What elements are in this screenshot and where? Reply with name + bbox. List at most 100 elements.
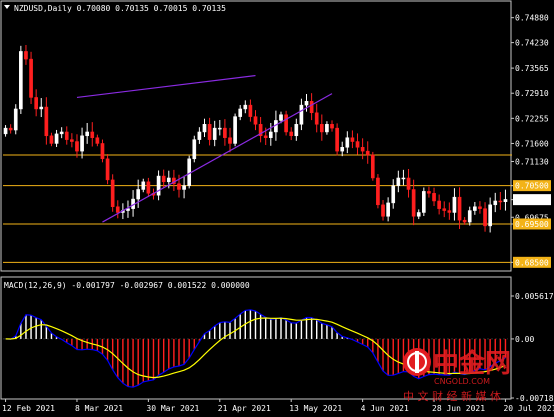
candle-body <box>350 137 355 142</box>
candle-body <box>90 131 95 138</box>
candle-body <box>24 51 28 60</box>
watermark-tagline: 中 文 财 经 新 媒 体 <box>403 389 501 403</box>
candle-body <box>325 124 329 133</box>
candle-body <box>75 141 79 152</box>
candle-body <box>248 104 253 117</box>
candle-body <box>360 147 365 152</box>
candle-body <box>493 200 498 206</box>
price-tick-label: 0.74880 <box>515 14 549 23</box>
candle[interactable] <box>192 135 197 163</box>
macd-tick-label: 0.005617 <box>515 292 554 301</box>
candle-body <box>263 135 268 138</box>
candle[interactable] <box>13 104 18 135</box>
candle-body <box>19 51 23 110</box>
candle-body <box>289 131 294 137</box>
chart-canvas: 0.74880 0.74230 0.73565 0.72910 0.72255 0.716… <box>0 0 554 417</box>
candle-body <box>396 177 401 186</box>
candle-body <box>110 179 115 207</box>
candle[interactable] <box>233 113 237 147</box>
candle-body <box>85 131 89 137</box>
candle-body <box>483 208 487 227</box>
candle-body <box>340 147 345 152</box>
date-tick-label: 21 Apr 2021 <box>218 404 271 413</box>
candle-body <box>202 124 207 133</box>
candle-body <box>136 189 141 200</box>
candle-body <box>335 127 339 152</box>
price-tick-label: 0.73565 <box>515 64 549 73</box>
candle[interactable] <box>335 123 339 156</box>
candle-body <box>416 212 421 217</box>
candle-body <box>319 124 324 133</box>
candle-body <box>447 210 452 213</box>
candle-body <box>299 104 304 125</box>
candle-body <box>223 127 227 138</box>
candle-body <box>146 181 151 194</box>
candle-body <box>422 191 426 213</box>
watermark-brand-en: CNGOLD.COM <box>434 377 490 386</box>
candle-body <box>473 206 477 211</box>
candle-body <box>279 114 283 121</box>
candle[interactable] <box>370 151 375 181</box>
candle-body <box>386 202 390 217</box>
level-price-label: 0.68500 <box>515 258 549 267</box>
candle-body <box>427 191 431 194</box>
candle-body <box>268 131 273 138</box>
candle-body <box>376 177 380 206</box>
candle-body <box>462 219 467 223</box>
candle-body <box>478 206 482 209</box>
candle-body <box>253 116 258 125</box>
candle-body <box>80 135 84 152</box>
date-tick-label: 8 Mar 2021 <box>75 404 123 413</box>
candle-body <box>243 104 248 110</box>
candle[interactable] <box>19 45 23 114</box>
candle-body <box>177 183 181 190</box>
candle-body <box>401 177 406 180</box>
date-tick-label: 4 Jun 2021 <box>361 404 409 413</box>
candle-body <box>156 175 161 196</box>
candle-body <box>355 141 360 148</box>
candle-body <box>166 177 171 183</box>
candle[interactable] <box>187 155 192 189</box>
candle-body <box>330 124 334 129</box>
candle-body <box>238 108 243 117</box>
candle-body <box>314 112 319 125</box>
candle-body <box>54 133 59 144</box>
macd-tick-label: 0.00 <box>515 335 534 344</box>
candle[interactable] <box>110 174 115 212</box>
candle-body <box>294 124 299 137</box>
candle[interactable] <box>29 51 33 105</box>
candle-body <box>8 127 13 131</box>
candle-body <box>34 97 38 110</box>
candle[interactable] <box>105 154 110 185</box>
candle-body <box>44 106 49 137</box>
candle-body <box>488 204 492 227</box>
candle-body <box>161 175 166 183</box>
price-tick-label: 0.72255 <box>515 114 549 123</box>
candle[interactable] <box>422 187 426 217</box>
price-tick-label: 0.71600 <box>515 139 549 148</box>
candle-body <box>197 131 202 140</box>
candle-body <box>192 139 197 160</box>
date-tick-label: 13 May 2021 <box>289 404 342 413</box>
candle-body <box>304 101 309 106</box>
date-tick-label: 12 Feb 2021 <box>2 404 55 413</box>
date-tick-label: 20 Jul 2021 <box>503 404 554 413</box>
candle-body <box>217 127 222 130</box>
candle[interactable] <box>376 174 380 209</box>
candle-body <box>95 137 100 144</box>
candle-body <box>437 200 441 209</box>
candle-body <box>381 204 385 217</box>
chart-window: 0.74880 0.74230 0.73565 0.72910 0.72255 0.716… <box>0 0 554 417</box>
candle[interactable] <box>284 110 288 136</box>
candle-body <box>100 143 105 160</box>
candle-body <box>452 196 457 213</box>
candle-body <box>13 108 18 131</box>
candle-body <box>207 124 212 140</box>
candle-body <box>182 185 186 190</box>
watermark-brand-cn: 中金网 <box>433 348 511 379</box>
price-panel-title: NZDUSD,Daily 0.70080 0.70135 0.70015 0.7… <box>14 4 226 13</box>
candle-body <box>141 181 146 190</box>
watermark: 中金网 CNGOLD.COM 中 文 财 经 新 媒 体 <box>403 348 511 403</box>
macd-tick-label: -0.00718 <box>515 394 554 403</box>
candle-body <box>187 158 192 186</box>
